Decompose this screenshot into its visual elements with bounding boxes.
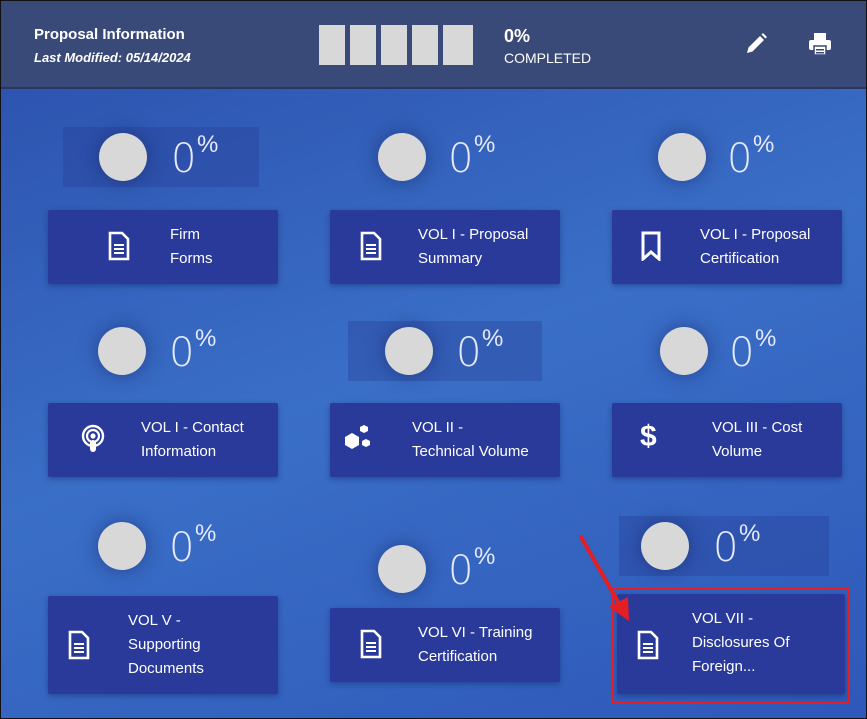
- progress-gauge: 0 %: [348, 321, 542, 381]
- proposal-dashboard: Proposal Information Last Modified: 05/1…: [0, 0, 867, 719]
- gauge-unit: %: [739, 520, 761, 547]
- card-label: VOL III - Cost Volume: [712, 419, 803, 460]
- progress-circle: [99, 133, 147, 181]
- podcast-icon: [81, 424, 105, 452]
- overall-progress-label: COMPLETED: [504, 50, 592, 66]
- card-vol-ii-technical-volume[interactable]: VOL II - Technical Volume: [330, 403, 560, 477]
- overall-progress-bar: [319, 25, 473, 65]
- gauge-unit: %: [474, 131, 496, 158]
- progress-circle: [641, 522, 689, 570]
- document-icon: [108, 231, 130, 261]
- gauge-value: 0: [456, 330, 482, 376]
- cubes-icon: [345, 425, 370, 449]
- gauge-unit: %: [474, 543, 496, 570]
- progress-circle: [658, 133, 706, 181]
- card-vol-i-proposal-certification[interactable]: VOL I - Proposal Certification: [612, 210, 842, 284]
- gauge-unit: %: [197, 131, 219, 158]
- card-label: VOL I - Contact Information: [141, 419, 244, 460]
- progress-gauge: 0 %: [341, 127, 541, 187]
- document-icon: [360, 231, 382, 261]
- progress-segment: [319, 25, 345, 65]
- gauge-value: 0: [169, 525, 195, 571]
- card-label: VOL II - Technical Volume: [412, 419, 529, 460]
- highlight-box: [612, 588, 850, 704]
- progress-circle: [378, 133, 426, 181]
- gauge-unit: %: [755, 325, 777, 352]
- card-label: VOL V - Supporting Documents: [128, 612, 204, 677]
- card-label: VOL I - Proposal Certification: [700, 226, 811, 267]
- document-icon: [360, 629, 382, 659]
- gauge-unit: %: [753, 131, 775, 158]
- progress-gauge: 0 %: [61, 516, 261, 576]
- card-label: VOL I - Proposal Summary: [418, 226, 529, 267]
- progress-segment: [412, 25, 438, 65]
- gauge-value: 0: [448, 136, 474, 182]
- gauge-value: 0: [727, 136, 753, 182]
- progress-circle: [385, 327, 433, 375]
- progress-gauge: 0 %: [619, 516, 829, 576]
- printer-icon[interactable]: [807, 31, 833, 57]
- card-vol-v-supporting-documents[interactable]: VOL V - Supporting Documents: [48, 596, 278, 694]
- gauge-value: 0: [729, 330, 755, 376]
- progress-segment: [350, 25, 376, 65]
- card-vol-i-contact-information[interactable]: VOL I - Contact Information: [48, 403, 278, 477]
- progress-segment: [443, 25, 473, 65]
- last-modified: Last Modified: 05/14/2024: [34, 50, 191, 65]
- bookmark-icon: [641, 231, 661, 261]
- gauge-unit: %: [195, 325, 217, 352]
- gauge-value: 0: [448, 548, 474, 594]
- card-label: Firm Forms: [170, 226, 213, 267]
- progress-segment: [381, 25, 407, 65]
- progress-gauge: 0 %: [341, 539, 541, 599]
- card-vol-vi-training-certification[interactable]: VOL VI - Training Certification: [330, 608, 560, 682]
- card-vol-iii-cost-volume[interactable]: $ VOL III - Cost Volume: [612, 403, 842, 477]
- progress-gauge: 0 %: [61, 321, 261, 381]
- progress-gauge: 0 %: [621, 127, 821, 187]
- card-label: VOL VI - Training Certification: [418, 624, 533, 665]
- gauge-value: 0: [171, 136, 197, 182]
- progress-circle: [378, 545, 426, 593]
- progress-gauge: 0 %: [623, 321, 823, 381]
- pencil-icon[interactable]: [743, 31, 769, 57]
- gauge-value: 0: [169, 330, 195, 376]
- gauge-value: 0: [713, 525, 739, 571]
- progress-gauge: 0 %: [63, 127, 259, 187]
- card-firm-forms[interactable]: Firm Forms: [48, 210, 278, 284]
- dollar-icon: $: [640, 420, 657, 453]
- overall-progress-percent: 0%: [504, 26, 531, 46]
- page-title: Proposal Information: [34, 26, 185, 43]
- progress-circle: [98, 327, 146, 375]
- progress-circle: [98, 522, 146, 570]
- document-icon: [68, 630, 90, 660]
- card-vol-i-proposal-summary[interactable]: VOL I - Proposal Summary: [330, 210, 560, 284]
- progress-circle: [660, 327, 708, 375]
- header-bar: Proposal Information Last Modified: 05/1…: [1, 1, 866, 89]
- gauge-unit: %: [195, 520, 217, 547]
- gauge-unit: %: [482, 325, 504, 352]
